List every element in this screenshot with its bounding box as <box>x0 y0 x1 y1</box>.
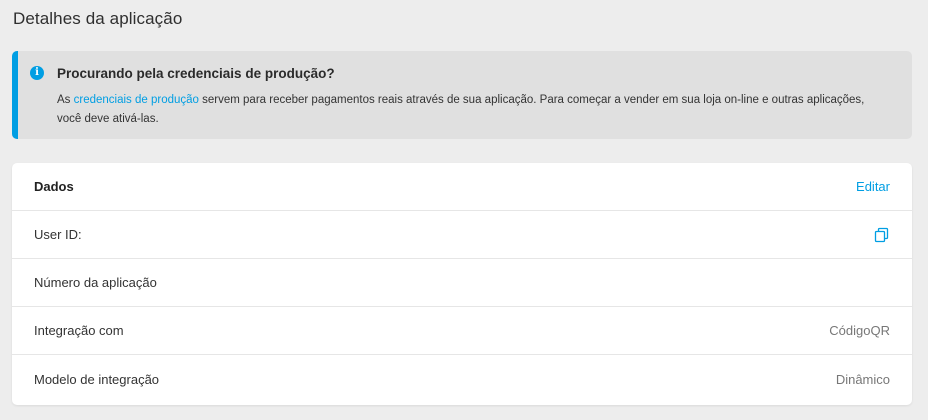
notice-accent-bar <box>12 51 18 139</box>
production-credentials-link[interactable]: credenciais de produção <box>74 94 199 106</box>
application-number-row: Número da aplicação <box>12 259 912 307</box>
application-details-card: Dados Editar User ID: Número da aplicaçã… <box>12 163 912 405</box>
integration-row: Integração com CódigoQR <box>12 307 912 355</box>
notice-body: As credenciais de produção servem para r… <box>57 91 887 129</box>
user-id-row: User ID: <box>12 211 912 259</box>
edit-button[interactable]: Editar <box>856 179 890 194</box>
notice-title: Procurando pela credenciais de produção? <box>57 66 335 81</box>
notice-body-prefix: As <box>57 94 74 106</box>
details-header-label: Dados <box>34 179 74 194</box>
integration-label: Integração com <box>34 323 124 338</box>
page-title: Detalhes da aplicação <box>13 9 183 28</box>
application-number-label: Número da aplicação <box>34 275 157 290</box>
integration-model-row: Modelo de integração Dinâmico <box>12 355 912 403</box>
user-id-label: User ID: <box>34 227 82 242</box>
integration-model-label: Modelo de integração <box>34 371 160 387</box>
integration-model-value: Dinâmico <box>835 371 890 387</box>
info-icon: i <box>30 66 44 80</box>
integration-value: CódigoQR <box>829 323 890 338</box>
production-credentials-notice: i Procurando pela credenciais de produçã… <box>12 51 912 139</box>
details-header-row: Dados Editar <box>12 163 912 211</box>
copy-icon[interactable] <box>874 227 890 243</box>
